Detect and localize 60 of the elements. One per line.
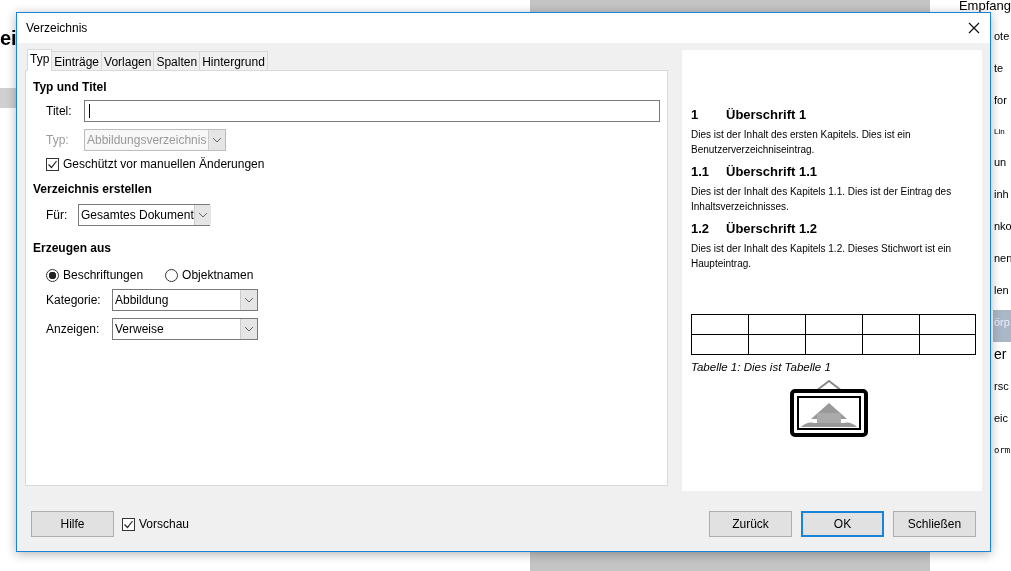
section-heading: Verzeichnis erstellen: [33, 181, 152, 197]
checkbox[interactable]: [122, 517, 135, 531]
preview-paragraph: Dies ist der Inhalt des Kapitels 1.2. Dieses Stichwort ist ein Haupteintrag.: [691, 242, 953, 271]
radio-label: Beschriftungen: [63, 268, 144, 282]
section-heading: Typ und Titel: [33, 79, 107, 95]
preview-heading: Überschrift 1.2: [726, 221, 818, 237]
list-item[interactable]: len: [993, 278, 1011, 310]
preview-paragraph: Dies ist der Inhalt des Kapitels 1.1. Dies ist der Eintrag des Inhaltsverzeichnisses.: [691, 185, 953, 214]
framed-house-picture-icon: [789, 379, 869, 437]
field-label: Für:: [46, 208, 69, 222]
list-item[interactable]: nen: [993, 246, 1011, 278]
dialog-button[interactable]: Zurück: [709, 511, 792, 537]
checkbox-label: Vorschau: [139, 517, 190, 531]
caret-icon[interactable]: [240, 319, 257, 339]
section-heading: Erzeugen aus: [33, 240, 112, 256]
checkbox-label: Geschützt vor manuellen Änderungen: [63, 157, 265, 171]
panel-label: Empfang: [958, 0, 1011, 12]
list-item[interactable]: er: [993, 342, 1011, 374]
list-item[interactable]: un: [993, 150, 1011, 182]
radio-label: Objektnamen: [182, 268, 254, 282]
list-item[interactable]: ote: [993, 24, 1011, 56]
title-field[interactable]: [84, 100, 660, 122]
tab[interactable]: Hintergrund: [199, 51, 268, 71]
dialog-button[interactable]: Schließen: [893, 511, 976, 537]
radio-button[interactable]: [46, 268, 59, 282]
caret-icon[interactable]: [193, 205, 211, 225]
list-item[interactable]: Lin: [993, 120, 1011, 150]
tab[interactable]: Spalten: [153, 51, 201, 71]
window-title: Verzeichnis: [26, 21, 89, 35]
preview-heading: Überschrift 1: [726, 107, 807, 123]
category-dropdown[interactable]: Abbildung: [112, 289, 258, 311]
heading-number: 1.1: [691, 164, 711, 180]
checkbox[interactable]: [46, 157, 59, 171]
dialog-button[interactable]: OK: [801, 511, 884, 537]
preview-heading: Überschrift 1.1: [726, 164, 818, 180]
tab[interactable]: Vorlagen: [101, 51, 155, 71]
list-item[interactable]: inh: [993, 182, 1011, 214]
field-label: Titel:: [46, 104, 73, 118]
close-icon[interactable]: [968, 22, 980, 34]
scope-dropdown[interactable]: Gesamtes Dokument: [78, 204, 210, 226]
radio-button[interactable]: [165, 268, 179, 282]
caret-icon[interactable]: [240, 290, 257, 310]
heading-fragment: ei: [0, 26, 17, 50]
table-caption: Tabelle 1: Dies ist Tabelle 1: [691, 361, 831, 373]
list-item[interactable]: orm: [993, 438, 1011, 470]
field-label: Kategorie:: [46, 293, 102, 307]
heading-number: 1.2: [691, 221, 711, 237]
list-item[interactable]: nko: [993, 214, 1011, 246]
list-item[interactable]: for: [993, 88, 1011, 120]
list-item[interactable]: eic: [993, 406, 1011, 438]
field-label: Typ:: [46, 133, 70, 147]
heading-number: 1: [691, 107, 700, 123]
tab[interactable]: Einträge: [51, 51, 103, 71]
help-button[interactable]: Hilfe: [31, 511, 114, 537]
list-item[interactable]: te: [993, 56, 1011, 88]
display-dropdown[interactable]: Verweise: [112, 318, 258, 340]
preview-paragraph: Dies ist der Inhalt des ersten Kapitels. Dies ist ein Benutzerverzeichniseintrag.: [691, 128, 912, 157]
tab[interactable]: Typ: [27, 49, 53, 71]
field-label: Anzeigen:: [46, 322, 101, 336]
list-item[interactable]: rsc: [993, 374, 1011, 406]
